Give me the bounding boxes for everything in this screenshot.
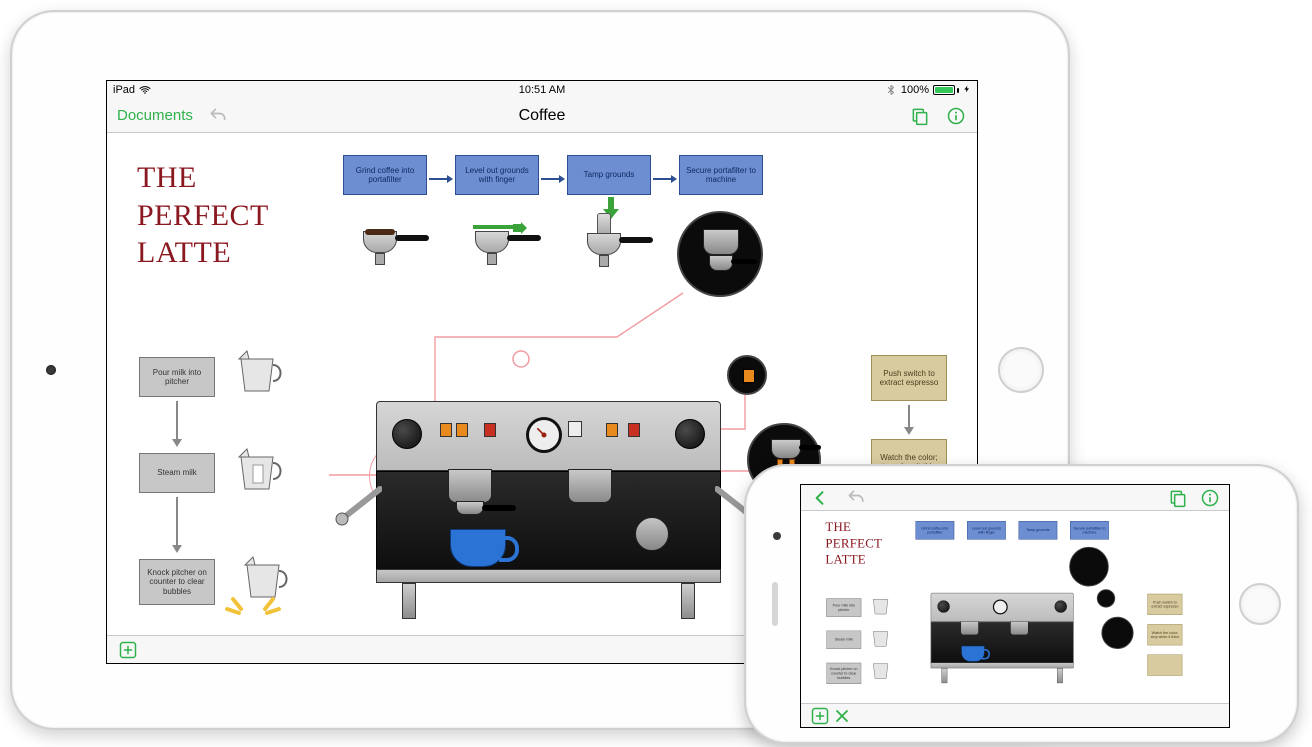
flow-arrow-1: [429, 171, 453, 181]
iphone-screen: THEPERFECTLATTE Grind coffee into portaf…: [800, 484, 1230, 728]
stencils-icon[interactable]: [909, 105, 931, 127]
iphone-home-button[interactable]: [1239, 583, 1281, 625]
left-step-3-mini: Knock pitcher on counter to clear bubble…: [826, 663, 861, 684]
flow-step-2[interactable]: Level out grounds with finger: [455, 155, 539, 195]
flow-arrow-2: [541, 171, 565, 181]
ipad-home-button[interactable]: [998, 347, 1044, 393]
iphone-bottom-toolbar: [801, 703, 1229, 727]
carrier-label: iPad: [113, 84, 135, 96]
v-arrow-r1: [903, 405, 915, 435]
left-step-1-mini: Pour milk into pitcher: [826, 598, 861, 616]
callout-grouphead: [677, 211, 763, 297]
info-icon[interactable]: [945, 105, 967, 127]
callout-switch: [727, 355, 767, 395]
pitcher-mini-1: [870, 594, 893, 617]
callout-extract-mini: [1101, 617, 1133, 649]
title-line-1: THE: [137, 159, 269, 197]
info-icon[interactable]: [1199, 487, 1221, 509]
pitcher-empty-illustration: [235, 347, 285, 397]
callout-mini: [1069, 547, 1109, 587]
iphone-speaker: [772, 582, 778, 626]
portafilter-level-illustration: [457, 221, 537, 281]
flow-step-1-mini: Grind coffee into portafilter: [916, 521, 955, 539]
bluetooth-icon: [885, 84, 897, 96]
right-step-1[interactable]: Push switch to extract espresso: [871, 355, 947, 401]
diagram-title: THE PERFECT LATTE: [137, 159, 269, 272]
flow-step-4[interactable]: Secure portafilter to machine: [679, 155, 763, 195]
steam-wand-left: [332, 485, 382, 531]
status-bar: iPad 10:51 AM 100%: [107, 81, 977, 99]
diagram-title-mini: THEPERFECTLATTE: [825, 519, 882, 567]
battery-percent: 100%: [901, 84, 929, 96]
right-step-1-mini: Push switch to extract espresso: [1147, 594, 1182, 615]
callout-switch-mini: [1097, 589, 1115, 607]
left-step-3[interactable]: Knock pitcher on counter to clear bubble…: [139, 559, 215, 605]
iphone-canvas[interactable]: THEPERFECTLATTE Grind coffee into portaf…: [801, 511, 1229, 703]
iphone-camera: [773, 532, 781, 540]
iphone-nav-bar: [801, 485, 1229, 511]
portafilter-grind-illustration: [345, 221, 425, 281]
title-line-2: PERFECT: [137, 197, 269, 235]
v-arrow-2: [171, 497, 183, 553]
pitcher-mini-3: [870, 658, 893, 681]
charging-icon: [963, 84, 971, 96]
v-arrow-1: [171, 401, 183, 447]
add-shape-icon[interactable]: [809, 705, 831, 727]
flow-step-3-mini: Tamp grounds: [1019, 521, 1058, 539]
flow-step-2-mini: Level out grounds with finger: [967, 521, 1006, 539]
right-step-3-mini: [1147, 655, 1182, 676]
undo-icon[interactable]: [207, 105, 229, 127]
gauge-icon: [526, 417, 562, 453]
impact-spark-icon: [223, 595, 283, 621]
iphone-device: THEPERFECTLATTE Grind coffee into portaf…: [744, 464, 1299, 744]
close-icon[interactable]: [831, 705, 853, 727]
add-shape-icon[interactable]: [117, 639, 139, 661]
title-line-3: LATTE: [137, 234, 269, 272]
flow-step-4-mini: Secure portafilter to machine: [1070, 521, 1109, 539]
page-title: Coffee: [519, 107, 566, 125]
left-step-2[interactable]: Steam milk: [139, 453, 215, 493]
left-step-2-mini: Steam milk: [826, 631, 861, 649]
undo-icon[interactable]: [845, 487, 867, 509]
battery-icon: [933, 85, 959, 95]
ipad-camera: [46, 365, 56, 375]
nav-bar: Documents Coffee: [107, 99, 977, 133]
portafilter-tamp-illustration: [569, 215, 649, 275]
status-time: 10:51 AM: [519, 84, 565, 96]
right-step-2-mini: Watch the color; stop when it thins: [1147, 624, 1182, 645]
pitcher-steam-illustration: [235, 445, 285, 495]
flow-step-1[interactable]: Grind coffee into portafilter: [343, 155, 427, 195]
wifi-icon: [139, 84, 151, 96]
stencils-icon[interactable]: [1167, 487, 1189, 509]
left-step-1[interactable]: Pour milk into pitcher: [139, 357, 215, 397]
back-button[interactable]: Documents: [117, 107, 193, 124]
espresso-machine-mini: [931, 593, 1074, 682]
pitcher-mini-2: [870, 626, 893, 649]
back-chevron-icon[interactable]: [809, 487, 831, 509]
cup-illustration: [450, 529, 506, 567]
flow-step-3[interactable]: Tamp grounds: [567, 155, 651, 195]
espresso-machine-illustration: [376, 401, 721, 616]
flow-arrow-3: [653, 171, 677, 181]
